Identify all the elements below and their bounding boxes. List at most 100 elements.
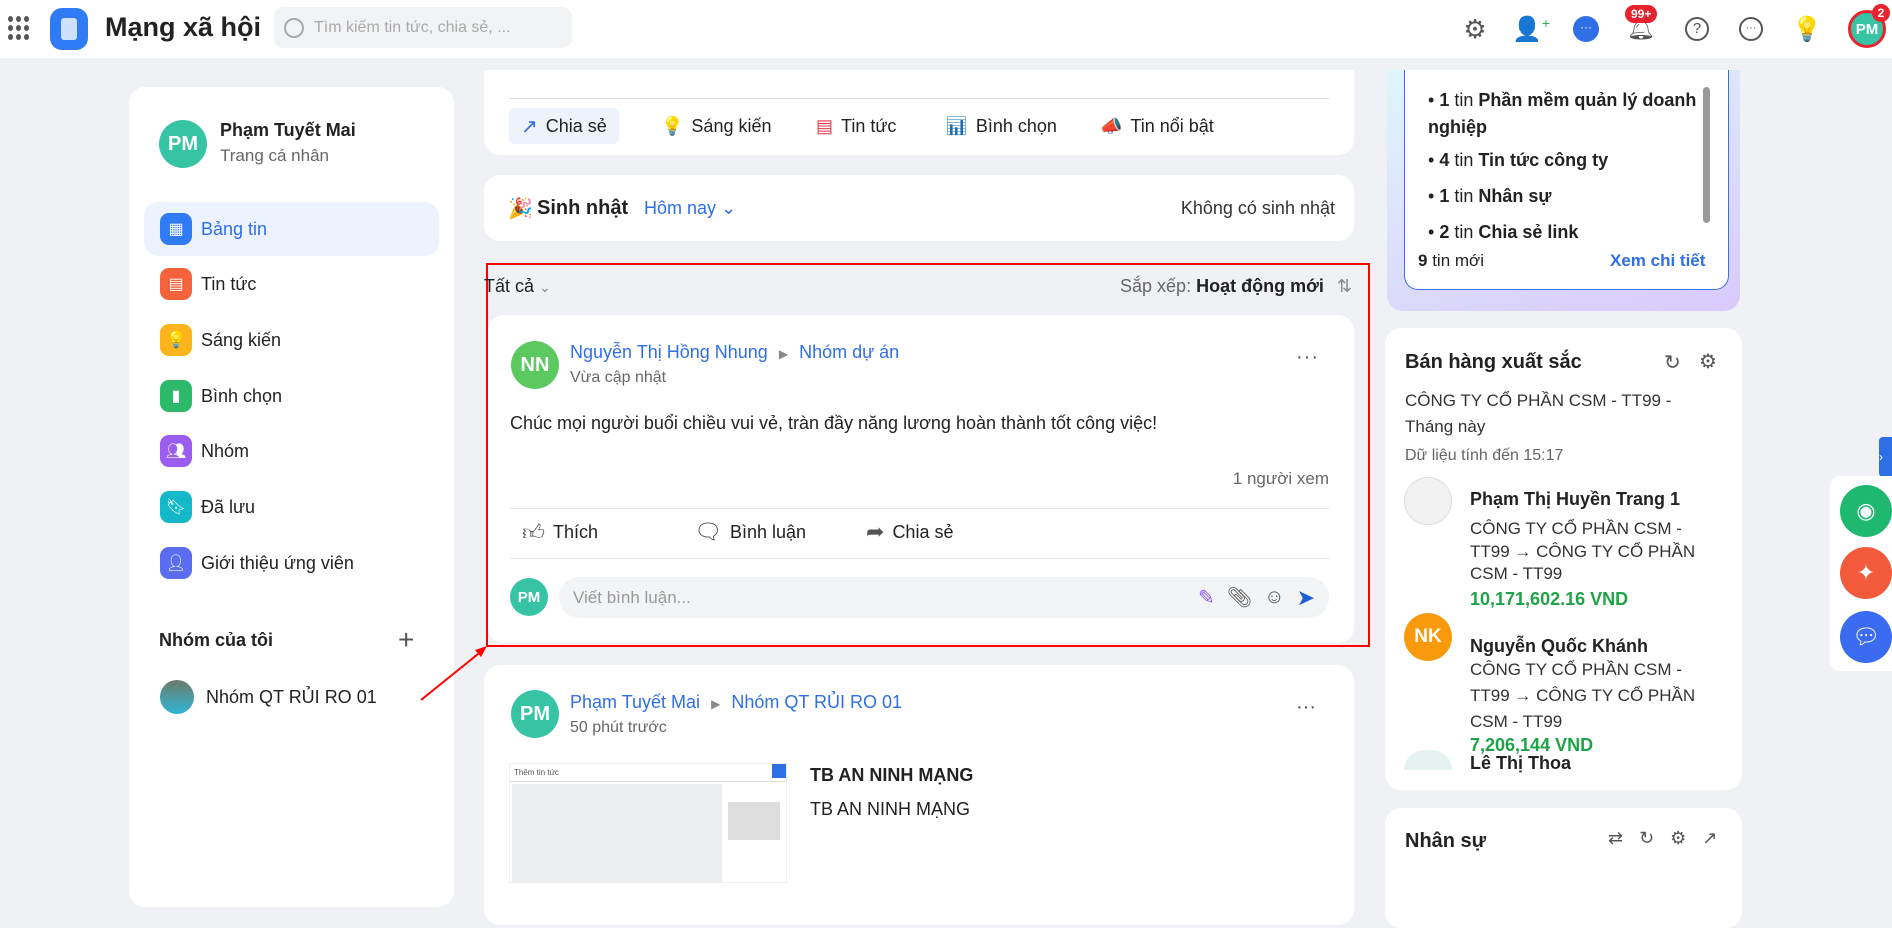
post-time: Vừa cập nhật: [570, 369, 667, 386]
sidebar-item-polls[interactable]: ▮ Bình chọn: [144, 369, 439, 423]
news-icon: ▤: [816, 115, 834, 136]
search-icon: [284, 17, 304, 38]
composer-tab-highlight[interactable]: 📣 Tin nổi bật: [1088, 108, 1226, 144]
feed-filter-dropdown[interactable]: Tất cả ⌄: [484, 276, 551, 297]
more-icon[interactable]: ···: [1736, 14, 1766, 44]
sidebar-item-news-feed[interactable]: ▦ Bảng tin: [144, 202, 439, 256]
apps-grid-icon[interactable]: [8, 16, 32, 40]
comment-input[interactable]: Viết bình luận... ✎ 📎︎ ☺ ➤: [559, 577, 1329, 618]
search-placeholder: Tìm kiếm tin tức, chia sẻ, ...: [314, 18, 511, 36]
post-thumbnail[interactable]: Thêm tin tức: [509, 763, 787, 883]
sidebar-item-news[interactable]: ▤ Tin tức: [144, 257, 439, 311]
seller-org: CÔNG TY CỔ PHẦN CSM -: [1470, 519, 1682, 538]
send-icon[interactable]: ➤: [1297, 585, 1315, 611]
hr-tools-icons[interactable]: ⇄↻⚙↗: [1608, 828, 1733, 849]
group-link[interactable]: Nhóm dự án: [799, 342, 899, 362]
caret-right-icon: ▶: [778, 347, 789, 361]
news-item[interactable]: • 4 tin Tin tức công ty: [1428, 150, 1608, 171]
emoji-icon[interactable]: ☺: [1264, 586, 1284, 609]
app-logo-icon[interactable]: [50, 8, 88, 50]
idea-book-icon[interactable]: 💡: [1792, 14, 1822, 44]
sidebar-item-groups[interactable]: 👥︎ Nhóm: [144, 424, 439, 478]
collapse-tab[interactable]: ›: [1879, 437, 1892, 477]
hr-card: [1385, 808, 1742, 928]
group-link[interactable]: Nhóm QT RỦI RO 01: [731, 692, 902, 712]
sort-icon: ⇅: [1336, 276, 1352, 296]
comment-button[interactable]: 🗨︎ Bình luận: [694, 519, 806, 545]
lightbulb-icon: 💡: [661, 115, 684, 136]
settings-gear-icon[interactable]: ⚙: [1460, 14, 1490, 44]
composer-divider: [509, 98, 1329, 99]
sidebar-item-initiatives[interactable]: 💡 Sáng kiến: [144, 313, 439, 367]
news-icon: ▤: [160, 268, 192, 300]
share-icon: ↗: [521, 115, 538, 138]
bar-chart-icon: ▮: [160, 380, 192, 412]
commenter-avatar: PM: [510, 578, 548, 616]
hr-title: Nhân sự: [1405, 830, 1487, 852]
group-icon: 👥︎: [160, 435, 192, 467]
seller-org: CÔNG TY CỔ PHẦN CSM -: [1470, 660, 1682, 679]
settings-gear-icon[interactable]: ⚙: [1699, 349, 1717, 374]
profile-subtitle[interactable]: Trang cá nhân: [220, 146, 329, 166]
feed-sort[interactable]: Sắp xếp: Hoạt động mới ⇅: [1120, 276, 1352, 297]
add-user-icon[interactable]: 👤 +: [1512, 14, 1550, 44]
ai-sparkle-button[interactable]: ✦: [1840, 547, 1892, 599]
comment-bubble-icon: 🗨︎: [694, 519, 722, 544]
bookmark-icon: 🔖︎: [160, 491, 192, 523]
post-header: Nguyễn Thị Hồng Nhung ▶ Nhóm dự án: [570, 342, 899, 363]
sidebar-item-saved[interactable]: 🔖︎ Đã lưu: [144, 480, 439, 534]
messenger-icon[interactable]: ···: [1571, 14, 1601, 44]
top-header: Mạng xã hội Tìm kiếm tin tức, chia sẻ, .…: [0, 0, 1892, 58]
ai-pen-icon[interactable]: ✎: [1198, 585, 1215, 610]
post-content: Chúc mọi người buổi chiều vui vẻ, tràn đ…: [510, 413, 1158, 433]
view-count[interactable]: 1 người xem: [1233, 469, 1329, 489]
news-total: 9 tin mới: [1418, 251, 1484, 270]
search-input[interactable]: Tìm kiếm tin tức, chia sẻ, ...: [274, 7, 572, 48]
seller-avatar[interactable]: [1404, 477, 1452, 525]
seller-avatar[interactable]: NK: [1404, 613, 1452, 661]
composer-tab-poll[interactable]: 📊︎ Bình chọn: [933, 108, 1069, 144]
group-item[interactable]: Nhóm QT RỦI RO 01: [160, 680, 377, 714]
attachment-icon[interactable]: 📎︎: [1227, 585, 1252, 610]
post-more-icon[interactable]: ···: [1296, 696, 1316, 719]
avatar-badge: 2: [1872, 4, 1890, 22]
birthday-title: Sinh nhật: [537, 197, 629, 219]
refresh-icon[interactable]: ↻: [1664, 350, 1681, 375]
like-button[interactable]: 👍︎ Thích: [522, 519, 598, 546]
composer-tab-share[interactable]: ↗ Chia sẻ: [509, 108, 619, 144]
seller-amount: 10,171,602.16 VND: [1470, 589, 1629, 609]
composer-tab-news[interactable]: ▤ Tin tức: [804, 108, 908, 144]
help-icon[interactable]: ?: [1682, 14, 1712, 44]
author-link[interactable]: Nguyễn Thị Hồng Nhung: [570, 342, 768, 362]
author-link[interactable]: Phạm Tuyết Mai: [570, 692, 700, 712]
scrollbar[interactable]: [1703, 87, 1710, 223]
poll-icon: 📊︎: [945, 115, 968, 136]
seller-name[interactable]: Lê Thị Thoa: [1470, 753, 1571, 775]
chat-button[interactable]: 💬︎: [1840, 611, 1892, 663]
news-item[interactable]: • 1 tin Phần mềm quản lý doanh nghiệp: [1428, 87, 1703, 141]
my-groups-title: Nhóm của tôi: [159, 630, 274, 650]
composer-tab-initiative[interactable]: 💡 Sáng kiến: [649, 108, 783, 144]
divider: [510, 558, 1329, 559]
seller-name[interactable]: Nguyễn Quốc Khánh: [1470, 636, 1648, 657]
user-plus-icon: 👤︎: [160, 547, 192, 579]
seller-name[interactable]: Phạm Thị Huyền Trang 1: [1470, 489, 1680, 510]
birthday-filter-dropdown[interactable]: Hôm nay ⌄: [644, 198, 736, 219]
chatbot-button[interactable]: ◉: [1840, 485, 1892, 537]
news-detail-link[interactable]: Xem chi tiết: [1610, 251, 1705, 271]
profile-name[interactable]: Phạm Tuyết Mai: [220, 120, 356, 141]
author-avatar[interactable]: PM: [511, 690, 559, 738]
app-title: Mạng xã hội: [105, 12, 262, 42]
news-item[interactable]: • 2 tin Chia sẻ link: [1428, 222, 1578, 243]
profile-avatar[interactable]: PM: [159, 120, 207, 168]
sidebar-item-referral[interactable]: 👤︎ Giới thiệu ứng viên: [144, 536, 439, 590]
megaphone-icon: 📣: [1100, 115, 1123, 136]
author-avatar[interactable]: NN: [511, 341, 559, 389]
news-item[interactable]: • 1 tin Nhân sự: [1428, 186, 1551, 207]
share-button[interactable]: ➦ Chia sẻ: [866, 519, 953, 545]
annotation-arrow: [420, 646, 487, 701]
seller-org: CSM - TT99: [1470, 564, 1563, 583]
post-more-icon[interactable]: ···: [1296, 346, 1319, 369]
seller-org: TT99 → CÔNG TY CỔ PHẦN: [1470, 686, 1696, 705]
add-group-plus-icon[interactable]: +: [398, 624, 414, 656]
